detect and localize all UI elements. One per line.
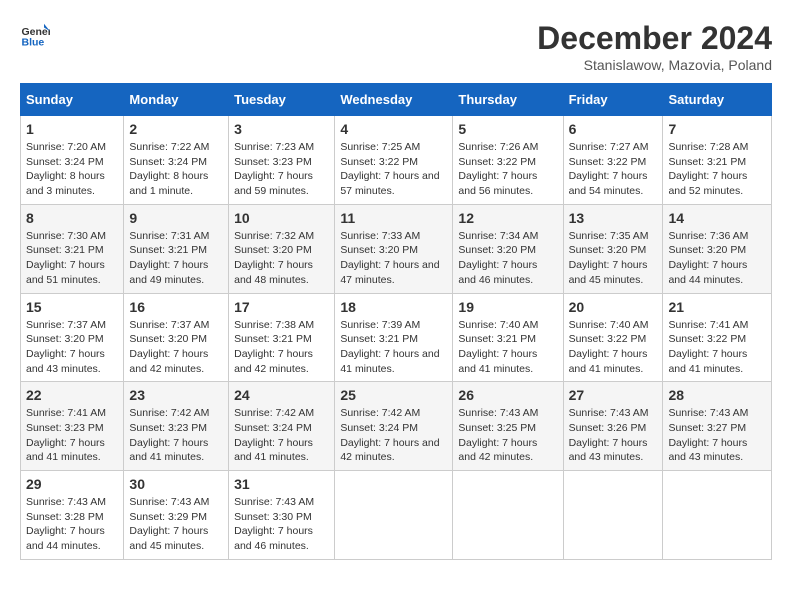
- calendar-row-week4: 29 Sunrise: 7:43 AMSunset: 3:28 PMDaylig…: [21, 471, 772, 560]
- table-row: 16 Sunrise: 7:37 AMSunset: 3:20 PMDaylig…: [124, 293, 229, 382]
- table-row: 30 Sunrise: 7:43 AMSunset: 3:29 PMDaylig…: [124, 471, 229, 560]
- table-row: 24 Sunrise: 7:42 AMSunset: 3:24 PMDaylig…: [229, 382, 335, 471]
- table-row: 15 Sunrise: 7:37 AMSunset: 3:20 PMDaylig…: [21, 293, 124, 382]
- table-row: [563, 471, 663, 560]
- logo: General Blue: [20, 20, 50, 50]
- calendar-row-week3: 22 Sunrise: 7:41 AMSunset: 3:23 PMDaylig…: [21, 382, 772, 471]
- table-row: 28 Sunrise: 7:43 AMSunset: 3:27 PMDaylig…: [663, 382, 772, 471]
- table-row: 27 Sunrise: 7:43 AMSunset: 3:26 PMDaylig…: [563, 382, 663, 471]
- table-row: 13 Sunrise: 7:35 AMSunset: 3:20 PMDaylig…: [563, 204, 663, 293]
- table-row: 8 Sunrise: 7:30 AMSunset: 3:21 PMDayligh…: [21, 204, 124, 293]
- table-row: [663, 471, 772, 560]
- col-saturday: Saturday: [663, 84, 772, 116]
- table-row: 23 Sunrise: 7:42 AMSunset: 3:23 PMDaylig…: [124, 382, 229, 471]
- calendar-row-week1: 8 Sunrise: 7:30 AMSunset: 3:21 PMDayligh…: [21, 204, 772, 293]
- table-row: 29 Sunrise: 7:43 AMSunset: 3:28 PMDaylig…: [21, 471, 124, 560]
- col-sunday: Sunday: [21, 84, 124, 116]
- col-tuesday: Tuesday: [229, 84, 335, 116]
- calendar-row-week0: 1 Sunrise: 7:20 AMSunset: 3:24 PMDayligh…: [21, 116, 772, 205]
- header: General Blue December 2024 Stanislawow, …: [20, 20, 772, 73]
- table-row: 7 Sunrise: 7:28 AMSunset: 3:21 PMDayligh…: [663, 116, 772, 205]
- table-row: [335, 471, 453, 560]
- table-row: 21 Sunrise: 7:41 AMSunset: 3:22 PMDaylig…: [663, 293, 772, 382]
- header-row: Sunday Monday Tuesday Wednesday Thursday…: [21, 84, 772, 116]
- table-row: 31 Sunrise: 7:43 AMSunset: 3:30 PMDaylig…: [229, 471, 335, 560]
- table-row: 18 Sunrise: 7:39 AMSunset: 3:21 PMDaylig…: [335, 293, 453, 382]
- table-row: 11 Sunrise: 7:33 AMSunset: 3:20 PMDaylig…: [335, 204, 453, 293]
- title-area: December 2024 Stanislawow, Mazovia, Pola…: [537, 20, 772, 73]
- table-row: 25 Sunrise: 7:42 AMSunset: 3:24 PMDaylig…: [335, 382, 453, 471]
- table-row: 9 Sunrise: 7:31 AMSunset: 3:21 PMDayligh…: [124, 204, 229, 293]
- table-row: 22 Sunrise: 7:41 AMSunset: 3:23 PMDaylig…: [21, 382, 124, 471]
- table-row: 6 Sunrise: 7:27 AMSunset: 3:22 PMDayligh…: [563, 116, 663, 205]
- table-row: [453, 471, 563, 560]
- table-row: 12 Sunrise: 7:34 AMSunset: 3:20 PMDaylig…: [453, 204, 563, 293]
- table-row: 1 Sunrise: 7:20 AMSunset: 3:24 PMDayligh…: [21, 116, 124, 205]
- table-row: 2 Sunrise: 7:22 AMSunset: 3:24 PMDayligh…: [124, 116, 229, 205]
- calendar-table: Sunday Monday Tuesday Wednesday Thursday…: [20, 83, 772, 560]
- calendar-row-week2: 15 Sunrise: 7:37 AMSunset: 3:20 PMDaylig…: [21, 293, 772, 382]
- table-row: 17 Sunrise: 7:38 AMSunset: 3:21 PMDaylig…: [229, 293, 335, 382]
- table-row: 10 Sunrise: 7:32 AMSunset: 3:20 PMDaylig…: [229, 204, 335, 293]
- col-monday: Monday: [124, 84, 229, 116]
- col-wednesday: Wednesday: [335, 84, 453, 116]
- table-row: 4 Sunrise: 7:25 AMSunset: 3:22 PMDayligh…: [335, 116, 453, 205]
- page-subtitle: Stanislawow, Mazovia, Poland: [537, 57, 772, 73]
- table-row: 20 Sunrise: 7:40 AMSunset: 3:22 PMDaylig…: [563, 293, 663, 382]
- table-row: 26 Sunrise: 7:43 AMSunset: 3:25 PMDaylig…: [453, 382, 563, 471]
- col-thursday: Thursday: [453, 84, 563, 116]
- page-title: December 2024: [537, 20, 772, 57]
- col-friday: Friday: [563, 84, 663, 116]
- svg-text:Blue: Blue: [22, 37, 45, 49]
- table-row: 5 Sunrise: 7:26 AMSunset: 3:22 PMDayligh…: [453, 116, 563, 205]
- table-row: 14 Sunrise: 7:36 AMSunset: 3:20 PMDaylig…: [663, 204, 772, 293]
- table-row: 3 Sunrise: 7:23 AMSunset: 3:23 PMDayligh…: [229, 116, 335, 205]
- logo-icon: General Blue: [20, 20, 50, 50]
- table-row: 19 Sunrise: 7:40 AMSunset: 3:21 PMDaylig…: [453, 293, 563, 382]
